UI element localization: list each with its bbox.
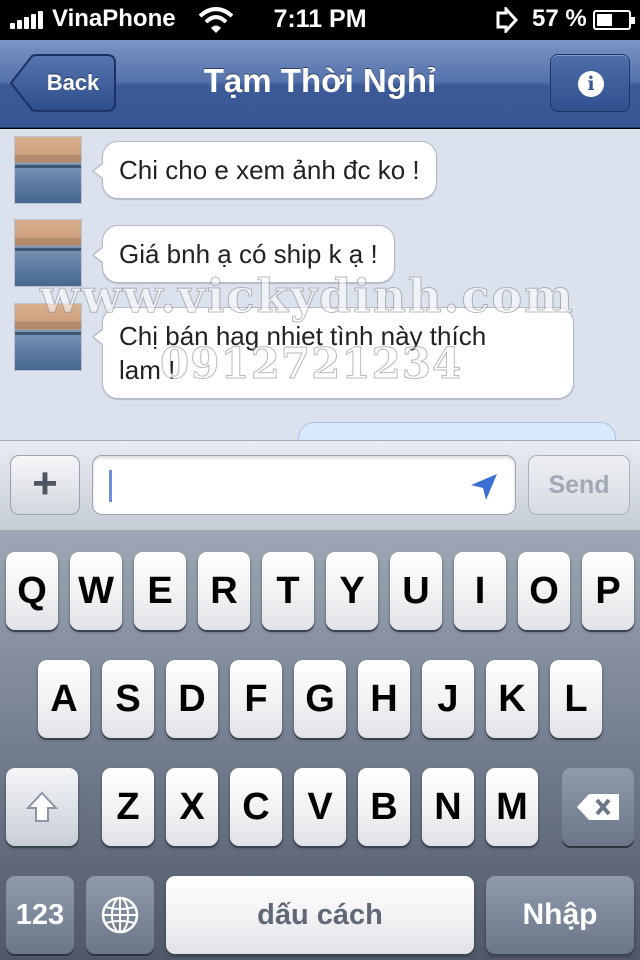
key-s[interactable]: S (102, 660, 154, 738)
key-j[interactable]: J (422, 660, 474, 738)
avatar[interactable] (14, 136, 82, 204)
attach-button[interactable]: + (10, 455, 80, 515)
message-text-line: Chị bán hag nhiet tình này thích (119, 321, 487, 351)
key-x[interactable]: X (166, 768, 218, 846)
battery-percent: 57 % (532, 5, 587, 32)
key-d[interactable]: D (166, 660, 218, 738)
key-e[interactable]: E (134, 552, 186, 630)
key-k[interactable]: K (486, 660, 538, 738)
key-i[interactable]: I (454, 552, 506, 630)
battery-icon (593, 10, 635, 30)
message-bubble[interactable]: Chị bán hag nhiet tình này thích lam ! (92, 307, 574, 399)
avatar[interactable] (14, 303, 82, 371)
globe-icon (101, 896, 139, 934)
key-q[interactable]: Q (6, 552, 58, 630)
key-w[interactable]: W (70, 552, 122, 630)
key-v[interactable]: V (294, 768, 346, 846)
message-composer: + Send (0, 440, 640, 530)
outgoing-message-bubble[interactable] (298, 422, 616, 440)
keyboard: Q W E R T Y U I O P A S D F G H J K L Z … (0, 530, 640, 960)
avatar[interactable] (14, 219, 82, 287)
numbers-key[interactable]: 123 (6, 876, 74, 954)
back-button[interactable]: Back (10, 54, 116, 112)
message-text-line: lam ! (119, 355, 176, 385)
return-key[interactable]: Nhập (486, 876, 634, 954)
page-title: Tạm Thời Nghỉ (203, 62, 437, 99)
delete-key[interactable] (562, 768, 634, 846)
key-t[interactable]: T (262, 552, 314, 630)
status-bar: VinaPhone 7:11 PM 57 % (0, 0, 640, 40)
send-button[interactable]: Send (528, 455, 630, 515)
key-n[interactable]: N (422, 768, 474, 846)
key-l[interactable]: L (550, 660, 602, 738)
backspace-icon (577, 794, 619, 820)
key-a[interactable]: A (38, 660, 90, 738)
navigation-bar: Back Tạm Thời Nghỉ i (0, 40, 640, 128)
location-arrow-icon (496, 7, 519, 33)
message-bubble[interactable]: Giá bnh ạ có ship k ạ ! (92, 225, 395, 283)
key-b[interactable]: B (358, 768, 410, 846)
shift-arrow-icon (25, 791, 59, 822)
message-text: Chi cho e xem ảnh đc ko ! (119, 155, 420, 185)
key-u[interactable]: U (390, 552, 442, 630)
message-text: Giá bnh ạ có ship k ạ ! (119, 239, 378, 269)
location-arrow-icon[interactable] (469, 472, 499, 502)
key-g[interactable]: G (294, 660, 346, 738)
globe-key[interactable] (86, 876, 154, 954)
back-button-label: Back (46, 70, 100, 95)
shift-key[interactable] (6, 768, 78, 846)
key-r[interactable]: R (198, 552, 250, 630)
key-h[interactable]: H (358, 660, 410, 738)
space-key[interactable]: dấu cách (166, 876, 474, 954)
key-c[interactable]: C (230, 768, 282, 846)
key-o[interactable]: O (518, 552, 570, 630)
key-p[interactable]: P (582, 552, 634, 630)
message-bubble[interactable]: Chi cho e xem ảnh đc ko ! (92, 141, 437, 199)
message-input[interactable] (92, 455, 516, 515)
info-button[interactable]: i (550, 54, 630, 112)
key-y[interactable]: Y (326, 552, 378, 630)
chat-thread[interactable]: Chi cho e xem ảnh đc ko ! Giá bnh ạ có s… (0, 129, 640, 440)
text-cursor (109, 470, 112, 502)
key-z[interactable]: Z (102, 768, 154, 846)
key-f[interactable]: F (230, 660, 282, 738)
key-m[interactable]: M (486, 768, 538, 846)
info-icon: i (578, 71, 604, 97)
